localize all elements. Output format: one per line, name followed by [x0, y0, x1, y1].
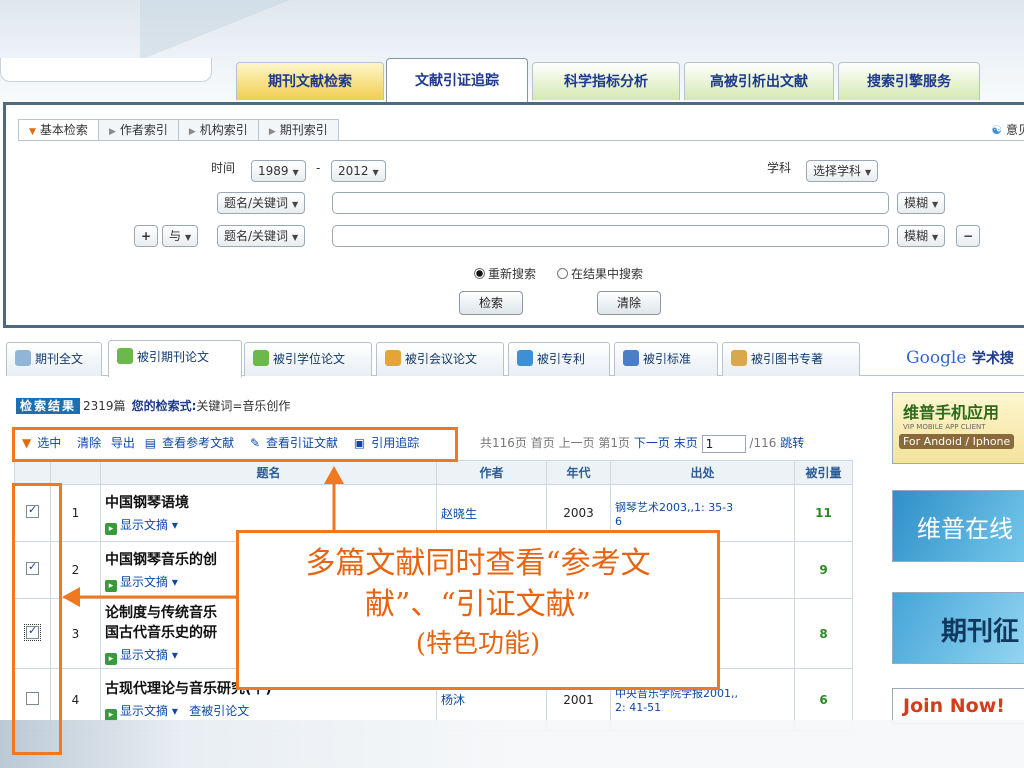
feature-callout: 多篇文献同时查看“参考文 献”、“引证文献” (特色功能) [236, 530, 720, 690]
callout-line-3: (特色功能) [415, 629, 541, 659]
left-arrow-head [62, 587, 80, 607]
up-arrow-head [324, 466, 344, 484]
callout-line-1: 多篇文献同时查看“参考文 [305, 546, 651, 581]
callout-line-2: 献”、“引证文献” [364, 587, 591, 622]
